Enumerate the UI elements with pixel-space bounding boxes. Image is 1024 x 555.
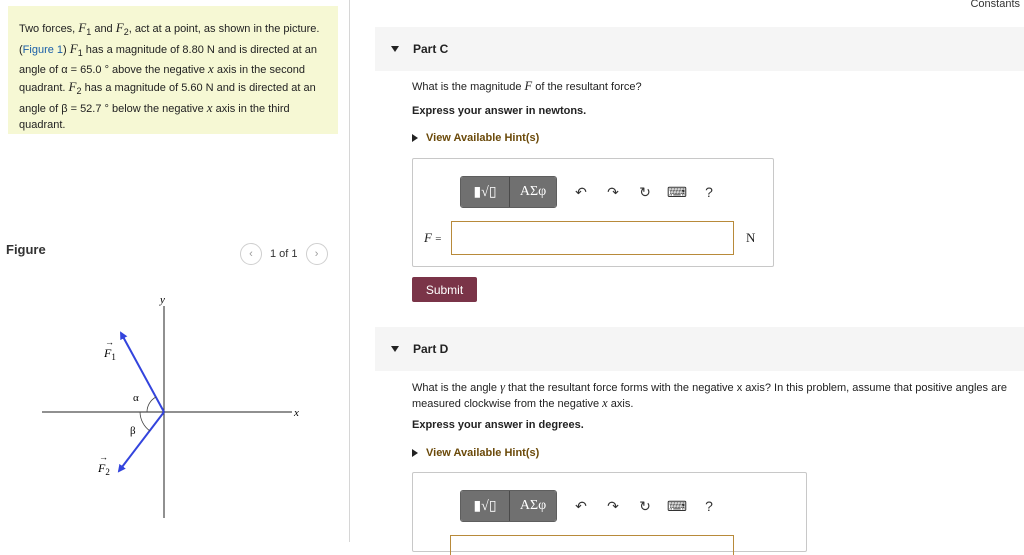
part-d-question: What is the angle γ that the resultant f…: [412, 380, 1007, 410]
force-diagram: y x α β F1 → F2 →: [42, 294, 299, 518]
math-toolbar: ▮√▯ ΑΣφ ↶ ↷ ↻ ⌨ ?: [460, 176, 725, 208]
figure-link[interactable]: Figure 1: [23, 44, 63, 56]
f1-label: F1: [103, 346, 116, 362]
part-d-answer-box: ▮√▯ ΑΣφ ↶ ↷ ↻ ⌨ ?: [412, 472, 807, 555]
help-button[interactable]: ?: [693, 177, 725, 207]
beta-arc: [139, 411, 151, 432]
figure-heading: Figure: [6, 242, 46, 257]
redo-icon[interactable]: ↷: [597, 177, 629, 207]
templates-button[interactable]: ▮√▯: [461, 491, 510, 521]
vector-f1-arrow: [120, 331, 165, 413]
template-group: ▮√▯ ΑΣφ: [460, 176, 557, 208]
greek-symbols-button[interactable]: ΑΣφ: [510, 177, 556, 207]
templates-button[interactable]: ▮√▯: [461, 177, 510, 207]
figure-pager: ‹ 1 of 1 ›: [240, 243, 328, 265]
template-group: ▮√▯ ΑΣφ: [460, 490, 557, 522]
vector-f2: F: [115, 20, 124, 35]
problem-text: and: [91, 23, 116, 35]
answer-label: F =: [424, 230, 442, 245]
beta-value: β = 52.7 °: [61, 102, 109, 115]
keyboard-icon[interactable]: ⌨: [661, 177, 693, 207]
redo-icon[interactable]: ↷: [597, 491, 629, 521]
reset-icon[interactable]: ↻: [629, 177, 661, 207]
part-d-title: Part D: [413, 342, 449, 356]
unit-label: N: [746, 230, 756, 245]
pager-text: 1 of 1: [270, 248, 298, 260]
collapse-triangle-icon[interactable]: [391, 346, 399, 352]
f1-vector-mark: →: [105, 337, 114, 347]
problem-text: below the negative: [108, 102, 207, 115]
part-c-header[interactable]: Part C: [375, 27, 1024, 71]
collapse-triangle-icon[interactable]: [391, 46, 399, 52]
f2-label: F2: [97, 461, 110, 477]
keyboard-icon[interactable]: ⌨: [661, 491, 693, 521]
part-d-instruction: Express your answer in degrees.: [412, 419, 584, 431]
part-c-hint-toggle[interactable]: View Available Hint(s): [412, 132, 539, 144]
alpha-arc: [146, 396, 157, 413]
help-button[interactable]: ?: [693, 491, 725, 521]
x-axis-label: x: [293, 407, 299, 419]
reset-icon[interactable]: ↻: [629, 491, 661, 521]
chevron-left-icon[interactable]: ‹: [240, 243, 262, 265]
expand-triangle-icon: [412, 134, 418, 142]
part-c-title: Part C: [413, 42, 449, 56]
chevron-right-icon[interactable]: ›: [305, 243, 328, 265]
panel-divider: [349, 0, 350, 542]
undo-icon[interactable]: ↶: [565, 491, 597, 521]
submit-button[interactable]: Submit: [412, 277, 477, 302]
expand-triangle-icon: [412, 449, 418, 457]
problem-text: Two forces,: [19, 23, 79, 35]
constants-link[interactable]: Constants: [970, 0, 1020, 10]
part-c-answer-box: ▮√▯ ΑΣφ ↶ ↷ ↻ ⌨ ? F = N: [412, 158, 774, 267]
beta-label: β: [130, 425, 136, 437]
problem-statement: Two forces, F1 and F2, act at a point, a…: [8, 6, 338, 134]
y-axis-label: y: [159, 294, 165, 306]
problem-text: ): [63, 43, 70, 56]
magnitude-input[interactable]: [451, 221, 734, 255]
left-panel: Two forces, F1 and F2, act at a point, a…: [0, 0, 350, 542]
alpha-label: α: [133, 392, 139, 404]
part-d-hint-toggle[interactable]: View Available Hint(s): [412, 447, 539, 459]
undo-icon[interactable]: ↶: [565, 177, 597, 207]
problem-text: above the negative: [108, 64, 209, 77]
f2-vector-mark: →: [99, 452, 108, 462]
part-c-question: What is the magnitude F of the resultant…: [412, 79, 642, 93]
part-c-instruction: Express your answer in newtons.: [412, 105, 587, 117]
math-toolbar: ▮√▯ ΑΣφ ↶ ↷ ↻ ⌨ ?: [460, 490, 725, 522]
angle-input[interactable]: [450, 535, 734, 555]
alpha-value: α = 65.0 °: [61, 64, 109, 77]
greek-symbols-button[interactable]: ΑΣφ: [510, 491, 556, 521]
part-d-header[interactable]: Part D: [375, 327, 1024, 371]
answer-row: F = N: [424, 221, 755, 255]
